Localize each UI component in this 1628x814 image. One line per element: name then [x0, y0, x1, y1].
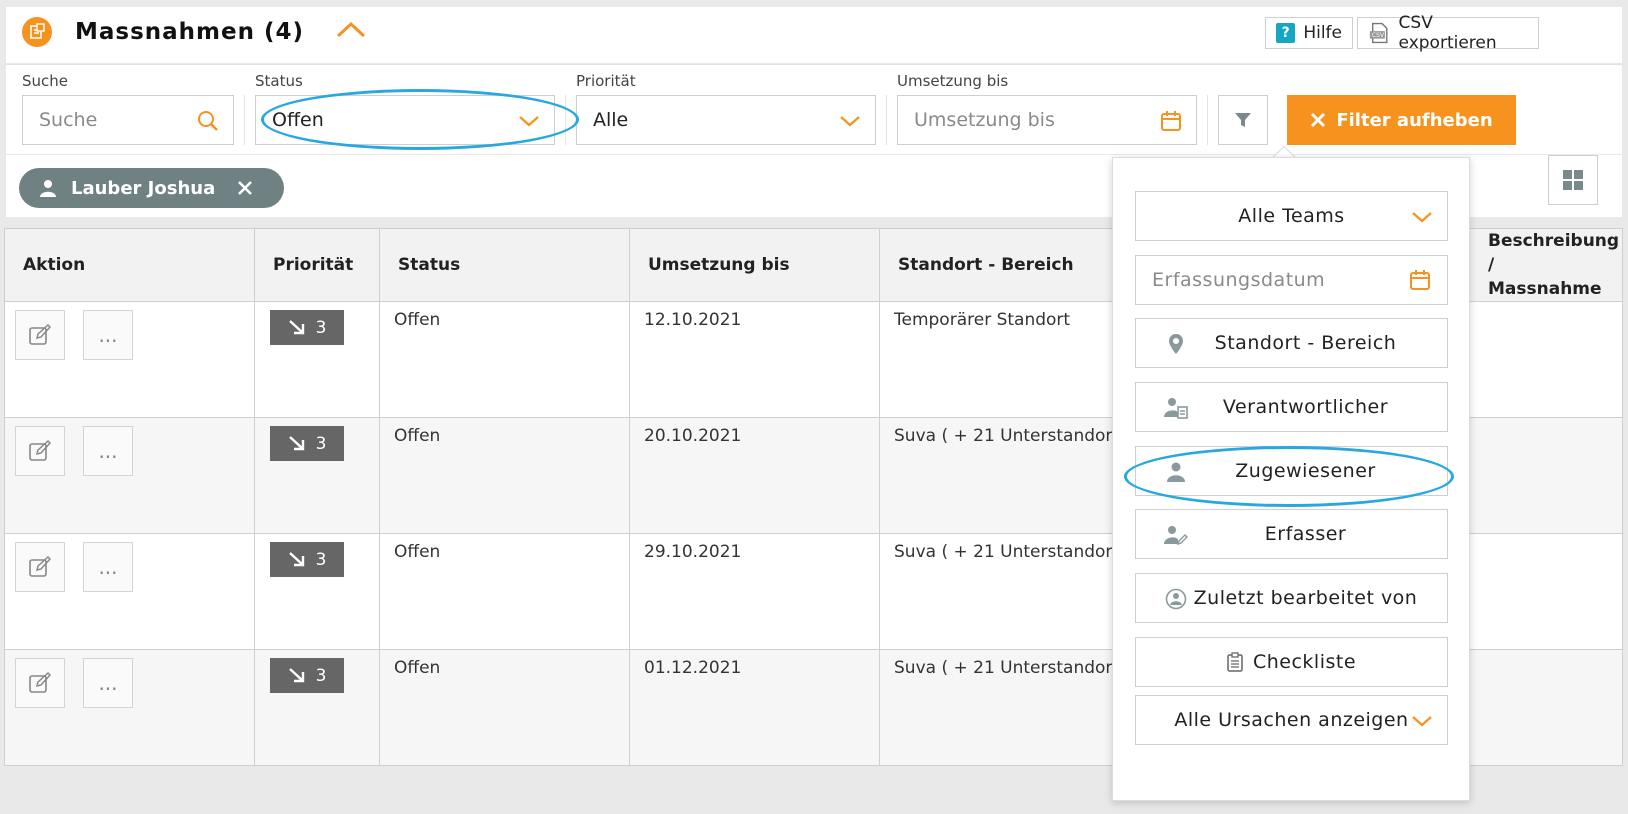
- status-label: Status: [255, 72, 303, 90]
- advanced-filter-button[interactable]: [1218, 95, 1268, 145]
- page-title: Massnahmen (4): [75, 19, 305, 45]
- description-cell: [1469, 533, 1623, 650]
- chevron-down-icon: [519, 116, 539, 127]
- search-input[interactable]: Suche: [22, 95, 234, 145]
- measures-app-icon: [22, 17, 52, 47]
- arrow-down-right-icon: [288, 667, 304, 682]
- column-header[interactable]: Aktion: [4, 228, 255, 302]
- edit-button[interactable]: [15, 426, 65, 476]
- csv-export-button[interactable]: CSV CSV exportieren: [1357, 13, 1539, 53]
- close-icon: [238, 181, 253, 195]
- status-select[interactable]: Offen: [255, 95, 555, 145]
- teams-select[interactable]: Alle Teams: [1135, 191, 1448, 241]
- column-header[interactable]: Beschreibung / Massnahme: [1469, 228, 1623, 302]
- deadline-cell: 01.12.2021: [629, 649, 880, 766]
- edit-icon: [29, 323, 52, 345]
- svg-text:CSV: CSV: [1372, 32, 1385, 39]
- user-clipboard-icon: [1164, 398, 1188, 419]
- status-cell: Offen: [379, 649, 630, 766]
- responsible-filter-button[interactable]: Verantwortlicher: [1135, 382, 1448, 432]
- column-header[interactable]: Status: [379, 228, 630, 302]
- priority-badge: 3: [270, 542, 344, 577]
- filter-chip-person: Lauber Joshua: [19, 168, 284, 208]
- deadline-cell: 20.10.2021: [629, 417, 880, 534]
- clear-filter-button[interactable]: Filter aufheben: [1287, 95, 1516, 145]
- user-icon: [1167, 462, 1185, 482]
- description-cell: [1469, 649, 1623, 766]
- priority-label: Priorität: [576, 72, 636, 90]
- more-actions-button[interactable]: ...: [83, 426, 133, 476]
- close-icon: [1311, 112, 1326, 128]
- funnel-icon: [1235, 113, 1251, 127]
- grid-icon: [1563, 170, 1583, 190]
- filter-chip-label: Lauber Joshua: [71, 177, 216, 199]
- more-actions-button[interactable]: ...: [83, 658, 133, 708]
- last-edited-filter-button[interactable]: Zuletzt bearbeitet von: [1135, 573, 1448, 623]
- edit-button[interactable]: [15, 310, 65, 360]
- priority-badge: 3: [270, 658, 344, 693]
- more-actions-button[interactable]: ...: [83, 542, 133, 592]
- clipboard-icon: [1227, 652, 1243, 672]
- chevron-up-icon: [336, 21, 366, 38]
- page-header: Massnahmen (4) ? Hilfe CSV CSV exportier…: [6, 7, 1622, 63]
- view-toggle-button[interactable]: [1548, 155, 1598, 205]
- csv-file-icon: CSV: [1369, 22, 1388, 44]
- description-cell: [1469, 417, 1623, 534]
- calendar-icon: [1161, 111, 1181, 131]
- deadline-cell: 12.10.2021: [629, 301, 880, 418]
- deadline-date-input[interactable]: Umsetzung bis: [897, 95, 1197, 145]
- chevron-down-icon: [1412, 716, 1432, 727]
- arrow-down-right-icon: [288, 435, 304, 450]
- help-label: Hilfe: [1303, 23, 1342, 43]
- calendar-icon: [1410, 270, 1430, 290]
- chevron-down-icon: [1412, 212, 1432, 223]
- arrow-down-right-icon: [288, 551, 304, 566]
- chevron-down-icon: [840, 116, 860, 127]
- edit-icon: [29, 555, 52, 577]
- more-actions-button[interactable]: ...: [83, 310, 133, 360]
- deadline-cell: 29.10.2021: [629, 533, 880, 650]
- column-header[interactable]: Umsetzung bis: [629, 228, 880, 302]
- priority-badge: 3: [270, 426, 344, 461]
- location-filter-button[interactable]: Standort - Bereich: [1135, 318, 1448, 368]
- user-icon: [40, 180, 56, 197]
- edit-icon: [29, 671, 52, 693]
- filter-bar: Suche Suche Status Offen Priorität Alle …: [6, 64, 1622, 154]
- status-cell: Offen: [379, 533, 630, 650]
- edit-button[interactable]: [15, 658, 65, 708]
- clear-filter-label: Filter aufheben: [1336, 109, 1493, 131]
- creator-filter-button[interactable]: Erfasser: [1135, 509, 1448, 559]
- status-cell: Offen: [379, 301, 630, 418]
- arrow-down-right-icon: [288, 319, 304, 334]
- assigned-filter-button[interactable]: Zugewiesener: [1135, 446, 1448, 496]
- column-header[interactable]: Priorität: [254, 228, 380, 302]
- description-cell: [1469, 301, 1623, 418]
- help-icon: ?: [1276, 23, 1296, 43]
- help-button[interactable]: ? Hilfe: [1265, 17, 1353, 49]
- deadline-label: Umsetzung bis: [897, 72, 1009, 90]
- search-icon: [198, 111, 218, 131]
- priority-badge: 3: [270, 310, 344, 345]
- user-circle-icon: [1165, 588, 1187, 610]
- status-cell: Offen: [379, 417, 630, 534]
- search-label: Suche: [22, 72, 69, 90]
- csv-export-label: CSV exportieren: [1398, 13, 1497, 53]
- advanced-filter-panel: Alle Teams Erfassungsdatum Standort - Be…: [1112, 157, 1470, 801]
- causes-select[interactable]: Alle Ursachen anzeigen: [1135, 695, 1448, 745]
- edit-button[interactable]: [15, 542, 65, 592]
- collapse-header-button[interactable]: [334, 17, 368, 43]
- checklist-filter-button[interactable]: Checkliste: [1135, 637, 1448, 687]
- remove-chip-button[interactable]: [237, 180, 253, 196]
- edit-icon: [29, 439, 52, 461]
- user-pencil-icon: [1164, 526, 1188, 545]
- priority-select[interactable]: Alle: [576, 95, 876, 145]
- capture-date-input[interactable]: Erfassungsdatum: [1135, 255, 1448, 305]
- map-pin-icon: [1169, 334, 1183, 354]
